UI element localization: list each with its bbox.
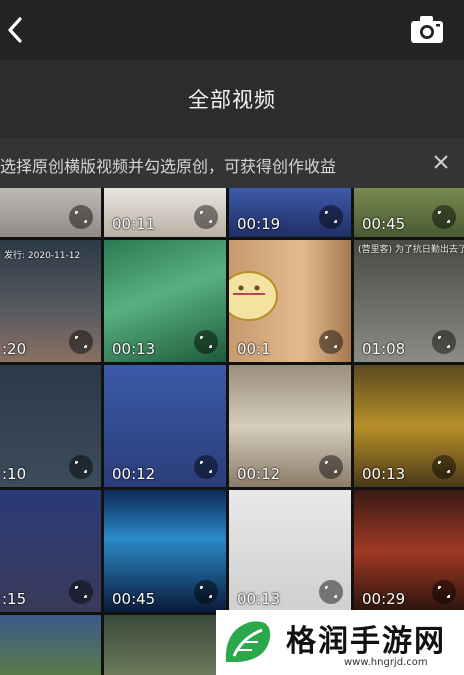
- back-button[interactable]: [4, 14, 32, 46]
- video-duration: 00:13: [362, 465, 406, 483]
- video-duration: 00:19: [237, 215, 281, 233]
- expand-icon[interactable]: [319, 455, 343, 479]
- expand-icon[interactable]: [194, 330, 218, 354]
- video-duration: 00:1: [237, 340, 271, 358]
- video-tile[interactable]: 00:13: [229, 490, 351, 612]
- expand-icon[interactable]: [69, 455, 93, 479]
- expand-icon[interactable]: [319, 205, 343, 229]
- video-tile[interactable]: 00:12: [104, 365, 226, 487]
- video-tile[interactable]: 00:11: [104, 188, 226, 237]
- expand-icon[interactable]: [194, 455, 218, 479]
- expand-icon[interactable]: [194, 205, 218, 229]
- video-tile[interactable]: :15: [0, 490, 101, 612]
- expand-icon[interactable]: [432, 205, 456, 229]
- video-duration: 00:13: [237, 590, 281, 608]
- video-tile[interactable]: 发行: 2020-11-12 :20: [0, 240, 101, 362]
- video-duration: :15: [2, 590, 27, 608]
- expand-icon[interactable]: [69, 330, 93, 354]
- expand-icon[interactable]: [194, 580, 218, 604]
- watermark: 格润手游网 www.hngrjd.com: [216, 610, 464, 675]
- mascot-sticker-icon: [229, 271, 278, 321]
- video-duration: 00:29: [362, 590, 406, 608]
- video-tile[interactable]: 00:45: [104, 490, 226, 612]
- video-duration: :20: [2, 340, 27, 358]
- video-caption: (营里客) 为了抗日勤出去了: [358, 245, 464, 255]
- video-duration: :10: [2, 465, 27, 483]
- video-duration: 00:45: [112, 590, 156, 608]
- video-tile[interactable]: [104, 615, 226, 675]
- notice-close-button[interactable]: [430, 151, 452, 173]
- video-duration: 00:13: [112, 340, 156, 358]
- page-title: 全部视频: [188, 88, 276, 112]
- video-tile[interactable]: [0, 188, 101, 237]
- video-tile[interactable]: 00:13: [104, 240, 226, 362]
- notice-text: 选择原创横版视频并勾选原创，可获得创作收益: [0, 157, 337, 176]
- title-bar: 全部视频: [0, 60, 464, 138]
- expand-icon[interactable]: [319, 580, 343, 604]
- video-duration: 00:11: [112, 215, 156, 233]
- video-tile[interactable]: 00:45: [354, 188, 464, 237]
- expand-icon[interactable]: [432, 455, 456, 479]
- notice-banner: 选择原创横版视频并勾选原创，可获得创作收益: [0, 138, 464, 188]
- leaf-logo-icon: [225, 621, 271, 662]
- video-duration: 00:12: [112, 465, 156, 483]
- video-duration: 01:08: [362, 340, 406, 358]
- chevron-left-icon: [8, 17, 22, 43]
- video-tile[interactable]: [0, 615, 101, 675]
- video-tile[interactable]: 00:12: [229, 365, 351, 487]
- watermark-name: 格润手游网: [286, 624, 446, 659]
- close-icon: [434, 155, 448, 169]
- video-duration: 00:12: [237, 465, 281, 483]
- video-duration: 00:45: [362, 215, 406, 233]
- top-bar: [0, 0, 464, 60]
- expand-icon[interactable]: [432, 580, 456, 604]
- expand-icon[interactable]: [69, 580, 93, 604]
- expand-icon[interactable]: [69, 205, 93, 229]
- video-tile[interactable]: 00:29: [354, 490, 464, 612]
- camera-button[interactable]: [410, 14, 444, 44]
- expand-icon[interactable]: [319, 330, 343, 354]
- video-caption: 发行: 2020-11-12: [4, 251, 81, 261]
- watermark-url: www.hngrjd.com: [344, 657, 428, 668]
- expand-icon[interactable]: [432, 330, 456, 354]
- video-tile[interactable]: (营里客) 为了抗日勤出去了 01:08: [354, 240, 464, 362]
- video-tile[interactable]: 00:19: [229, 188, 351, 237]
- video-tile[interactable]: :10: [0, 365, 101, 487]
- video-tile[interactable]: 00:13: [354, 365, 464, 487]
- camera-icon: [411, 16, 443, 43]
- video-grid: 00:11 00:19 00:45 发行: 2020-11-12 :20 00:…: [0, 188, 464, 675]
- video-tile[interactable]: 00:1: [229, 240, 351, 362]
